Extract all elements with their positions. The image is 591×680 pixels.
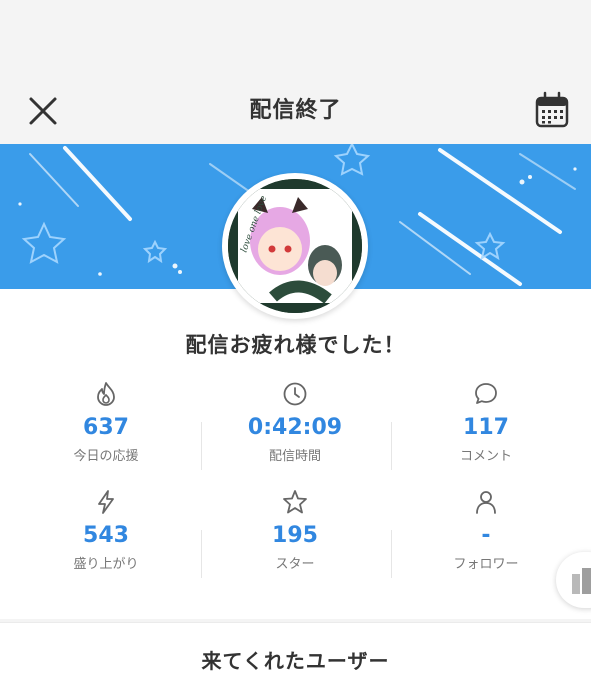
stat-value: 117: [463, 415, 509, 440]
flame-icon: [97, 382, 115, 406]
completion-message: 配信お疲れ様でした！: [185, 333, 406, 357]
calendar-button[interactable]: [530, 88, 574, 132]
calendar-icon: [535, 91, 569, 128]
stat-value: 0:42:09: [247, 415, 343, 440]
stat-label: 配信時間: [268, 449, 321, 464]
stat-comments: 117 コメント: [391, 380, 581, 464]
avatar[interactable]: love one love: [222, 173, 368, 319]
avatar-image: love one love: [228, 179, 362, 313]
clock-icon: [283, 382, 307, 406]
user-icon: [476, 491, 496, 514]
status-bar: [0, 0, 591, 76]
stat-stars: 195 スター: [200, 488, 390, 572]
stat-value: 543: [83, 523, 129, 548]
avatar-illustration: love one love: [228, 179, 362, 313]
building-icon: [572, 568, 591, 594]
lightning-icon: [98, 490, 114, 514]
header: 配信終了: [0, 76, 591, 144]
stat-value: 195: [272, 523, 318, 548]
stat-label: フォロワー: [453, 557, 519, 572]
stat-followers: - フォロワー: [391, 488, 581, 572]
section-title: 来てくれたユーザー: [201, 649, 390, 673]
stat-duration: 0:42:09 配信時間: [200, 380, 390, 464]
stat-label: 盛り上がり: [73, 557, 139, 572]
stat-label: スター: [275, 557, 315, 572]
stat-label: 今日の応援: [73, 449, 139, 464]
stream-end-screen: 配信終了 love one love 配信お疲れ様でした！ 637 今日の応援 …: [0, 0, 591, 680]
stat-excitement: 543 盛り上がり: [11, 488, 201, 572]
page-title: 配信終了: [249, 98, 342, 123]
stat-support: 637 今日の応援: [11, 380, 201, 464]
star-icon: [283, 490, 307, 514]
stat-value: -: [481, 523, 491, 548]
comment-icon: [475, 383, 497, 404]
visitors-section: 来てくれたユーザー: [0, 622, 591, 680]
stat-label: コメント: [459, 449, 512, 464]
stat-value: 637: [83, 415, 129, 440]
